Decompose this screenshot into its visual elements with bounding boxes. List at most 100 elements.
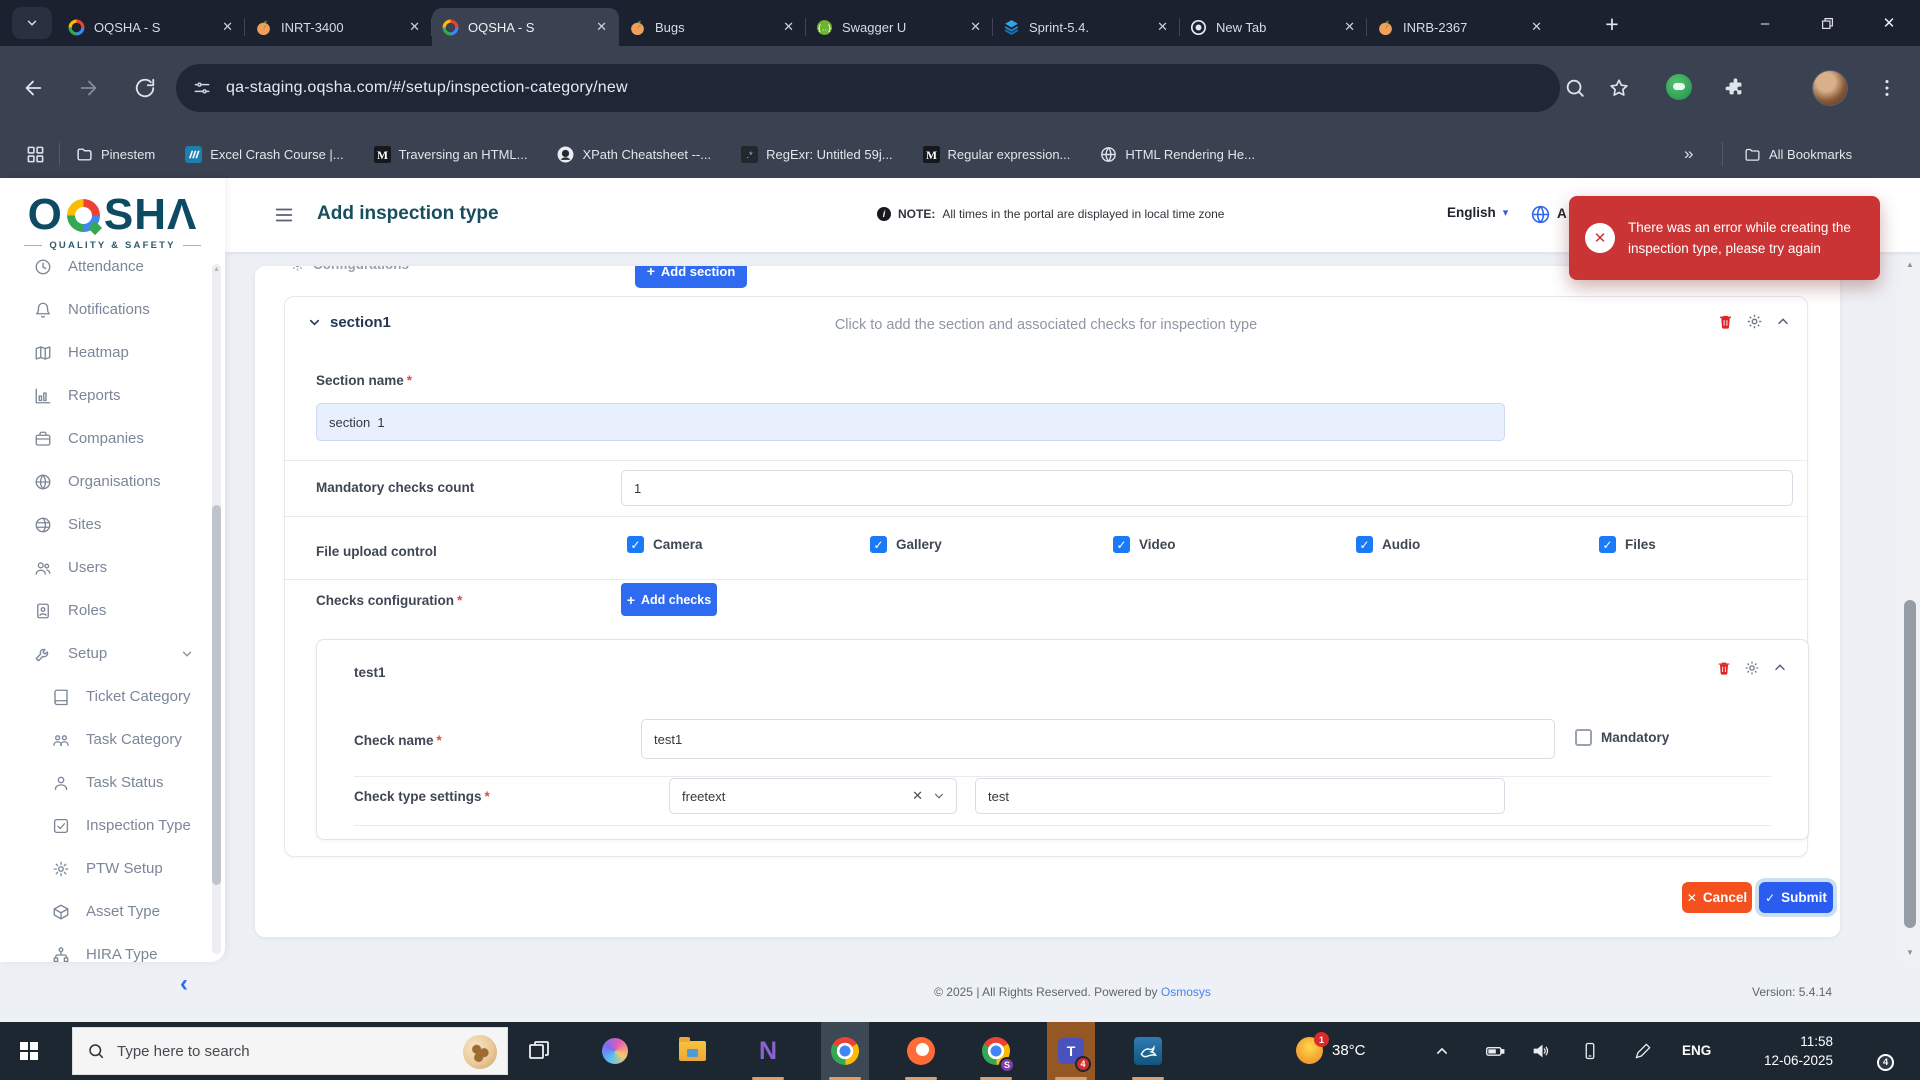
tab-close-icon[interactable]: ✕ [407, 17, 422, 37]
globe-icon[interactable] [1530, 204, 1551, 225]
sidebar-item[interactable]: Task Status [0, 761, 208, 804]
all-bookmarks-button[interactable]: All Bookmarks [1744, 146, 1852, 163]
url-bar[interactable]: qa-staging.oqsha.com/#/setup/inspection-… [176, 64, 1560, 112]
window-restore-button[interactable] [1796, 0, 1858, 46]
section-name-input[interactable] [316, 403, 1505, 441]
tab-search-button[interactable] [12, 7, 52, 39]
mysql-workbench-button[interactable] [1124, 1022, 1172, 1080]
add-checks-button[interactable]: + Add checks [621, 583, 717, 616]
delete-section-icon[interactable] [1717, 313, 1734, 330]
add-section-button[interactable]: + Add section [635, 266, 747, 288]
phone-link[interactable] [1578, 1039, 1602, 1063]
tab-close-icon[interactable]: ✕ [1155, 17, 1170, 37]
tab-close-icon[interactable]: ✕ [781, 17, 796, 37]
checkbox-icon[interactable]: ✓ [870, 536, 887, 553]
browser-tab[interactable]: Bugs ✕ [619, 8, 806, 46]
browser-tab[interactable]: OQSHA - S ✕ [432, 8, 619, 46]
browser-tab[interactable]: New Tab ✕ [1180, 8, 1367, 46]
check-settings-icon[interactable] [1744, 660, 1760, 676]
window-minimize-button[interactable]: – [1734, 0, 1796, 46]
sidebar-item[interactable]: PTW Setup [0, 847, 208, 890]
sidebar-item[interactable]: Asset Type [0, 890, 208, 933]
volume-control[interactable] [1529, 1039, 1553, 1063]
sidebar-item[interactable]: Inspection Type [0, 804, 208, 847]
postman-button[interactable] [897, 1022, 945, 1080]
copilot-button[interactable] [591, 1022, 639, 1080]
language-indicator[interactable]: ENG [1682, 1043, 1711, 1058]
zoom-button[interactable] [1556, 69, 1594, 107]
browser-tab[interactable]: INRT-3400 ✕ [245, 8, 432, 46]
browser-tab[interactable]: INRB-2367 ✕ [1367, 8, 1554, 46]
delete-check-icon[interactable] [1716, 660, 1732, 676]
profile-avatar[interactable] [1812, 70, 1848, 106]
upload-option-checkbox[interactable]: ✓ Video [1113, 536, 1356, 553]
tab-close-icon[interactable]: ✕ [594, 17, 609, 37]
bookmark-item[interactable]: HTML Rendering He... [1100, 146, 1255, 163]
teams-button[interactable]: T 4 [1047, 1022, 1095, 1080]
sidebar-item[interactable]: Attendance [0, 258, 208, 288]
taskbar-clock[interactable]: 11:58 12-06-2025 [1733, 1032, 1833, 1070]
sidebar-item[interactable]: Sites [0, 503, 208, 546]
hamburger-menu-icon[interactable] [273, 204, 295, 226]
upload-option-checkbox[interactable]: ✓ Gallery [870, 536, 1113, 553]
clear-icon[interactable]: ✕ [912, 788, 923, 804]
window-close-button[interactable]: ✕ [1858, 0, 1920, 46]
taskbar-search[interactable] [72, 1027, 508, 1075]
checkbox-icon[interactable]: ✓ [1599, 536, 1616, 553]
apps-grid-icon[interactable] [26, 145, 45, 164]
scroll-up-arrow-icon[interactable]: ▲ [212, 266, 221, 273]
sidebar-item[interactable]: HIRA Type [0, 933, 208, 962]
bookmark-item[interactable]: M Traversing an HTML... [374, 146, 528, 163]
language-dropdown[interactable]: English ▾ [1447, 205, 1508, 220]
collapse-check-icon[interactable] [1772, 660, 1788, 676]
search-highlight-food-icon[interactable] [463, 1035, 497, 1069]
bookmark-item[interactable]: .* RegExr: Untitled 59j... [741, 146, 892, 163]
upload-option-checkbox[interactable]: ✓ Camera [627, 536, 870, 553]
sidebar-item[interactable]: Companies [0, 417, 208, 460]
page-scrollbar[interactable]: ▲ ▼ [1901, 255, 1919, 962]
scroll-down-arrow-icon[interactable]: ▼ [1901, 948, 1919, 957]
checkbox-icon[interactable] [1575, 729, 1592, 746]
checkbox-icon[interactable]: ✓ [1113, 536, 1130, 553]
new-tab-button[interactable]: + [1596, 9, 1628, 39]
sidebar-item[interactable]: Roles [0, 589, 208, 632]
weather-widget[interactable]: 1 38°C [1296, 1037, 1366, 1064]
browser-tab[interactable]: {..} Swagger U ✕ [806, 8, 993, 46]
start-button[interactable] [0, 1022, 58, 1080]
chrome-profile-button[interactable]: S [972, 1022, 1020, 1080]
task-view-button[interactable] [515, 1022, 563, 1080]
bookmark-item[interactable]: Excel Crash Course |... [185, 146, 343, 163]
upload-option-checkbox[interactable]: ✓ Audio [1356, 536, 1599, 553]
site-settings-icon[interactable] [192, 78, 212, 98]
extensions-button[interactable] [1716, 69, 1754, 107]
extension-icon-green[interactable] [1666, 74, 1692, 100]
browser-tab[interactable]: Sprint-5.4. ✕ [993, 8, 1180, 46]
browser-menu-button[interactable] [1868, 69, 1906, 107]
sidebar-collapse-button[interactable]: ‹ [180, 970, 188, 998]
collapse-section-icon[interactable] [1775, 314, 1791, 330]
mandatory-checks-input[interactable] [621, 470, 1793, 506]
sidebar-item[interactable]: Notifications [0, 288, 208, 331]
page-scrollbar-thumb[interactable] [1904, 600, 1916, 928]
windows-ink[interactable] [1631, 1039, 1655, 1063]
upload-option-checkbox[interactable]: ✓ Files [1599, 536, 1842, 553]
taskbar-search-input[interactable] [117, 1043, 407, 1060]
checkbox-icon[interactable]: ✓ [627, 536, 644, 553]
scroll-up-arrow-icon[interactable]: ▲ [1901, 260, 1919, 269]
mandatory-checkbox[interactable]: Mandatory [1575, 729, 1669, 746]
notification-center-button[interactable]: 4 [1856, 1038, 1888, 1066]
sidebar-item[interactable]: Organisations [0, 460, 208, 503]
bookmark-star-button[interactable] [1600, 69, 1638, 107]
sidebar-item[interactable]: Task Category [0, 718, 208, 761]
osmosys-link[interactable]: Osmosys [1161, 985, 1211, 999]
tab-close-icon[interactable]: ✕ [220, 17, 235, 37]
submit-button[interactable]: ✓ Submit [1759, 882, 1833, 913]
bookmark-item[interactable]: M Regular expression... [923, 146, 1071, 163]
check-type-select[interactable]: freetext ✕ [669, 778, 957, 814]
tab-close-icon[interactable]: ✕ [968, 17, 983, 37]
sidebar-item[interactable]: Reports [0, 374, 208, 417]
sidebar-item[interactable]: Users [0, 546, 208, 589]
battery-status[interactable] [1483, 1039, 1507, 1063]
sidebar-scrollbar-thumb[interactable] [212, 505, 221, 885]
sidebar-item[interactable]: Heatmap [0, 331, 208, 374]
